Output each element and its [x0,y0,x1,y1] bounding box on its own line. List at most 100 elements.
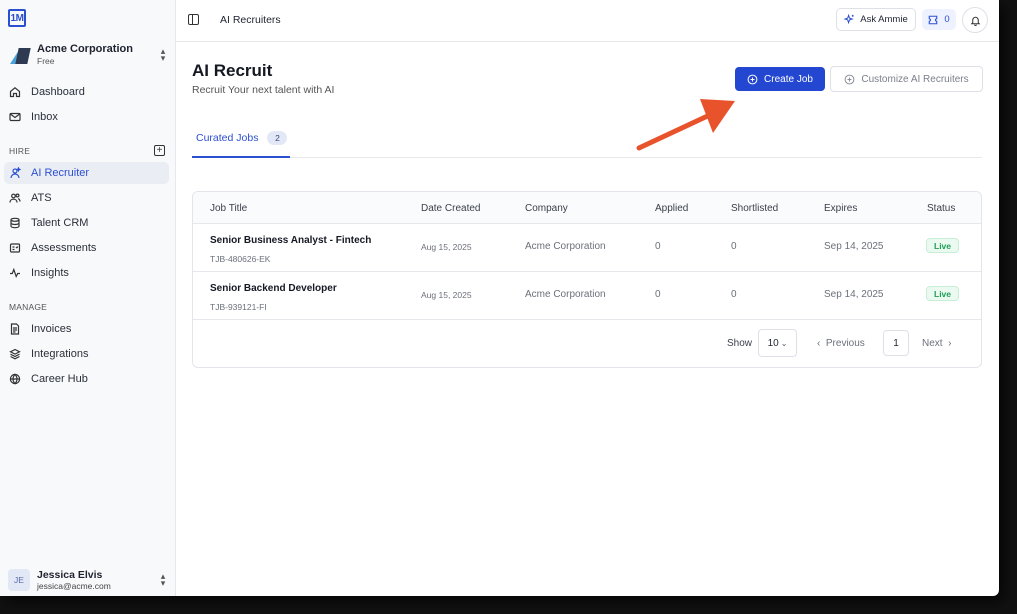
home-icon [9,87,21,98]
page-size-select[interactable]: 10 ⌄ [758,329,797,357]
company: Acme Corporation [525,241,606,252]
column-header[interactable]: Status [927,203,955,214]
page-number-button[interactable]: 1 [883,330,909,356]
ask-ammie-button[interactable]: Ask Ammie [836,8,916,31]
user-menu[interactable]: JE Jessica Elvis jessica@acme.com ▴ ▾ [8,566,168,594]
column-header[interactable]: Company [525,203,568,214]
invoice-icon [10,323,20,335]
chevron-up-down-icon: ▴ ▾ [160,46,166,63]
sidebar-item-ats[interactable]: ATS [4,187,169,209]
activity-icon [10,267,20,279]
previous-page-button[interactable]: ‹ Previous [817,338,865,349]
sidebar-item-talent-crm[interactable]: Talent CRM [4,212,169,234]
sidebar-item-dashboard[interactable]: Dashboard [4,81,169,103]
sidebar-item-label: Dashboard [31,86,85,98]
applied-count: 0 [655,241,661,252]
sidebar-item-assessments[interactable]: Assessments [4,237,169,259]
shortlisted-count: 0 [731,289,737,300]
jobs-table: Job Title Date Created Company Applied S… [192,191,982,368]
job-id: TJB-480626-EK [210,254,271,264]
job-id: TJB-939121-FI [210,302,267,312]
sidebar-item-label: Career Hub [31,373,88,385]
page-size-label: Show [727,338,753,349]
org-logo-icon [8,44,31,66]
app-logo[interactable]: 1M [8,9,26,27]
plus-circle-icon [844,74,855,84]
job-title-link[interactable]: Senior Backend Developer [210,283,337,294]
sidebar-item-invoices[interactable]: Invoices [4,318,169,340]
tab-label: Curated Jobs [196,132,259,144]
tab-curated-jobs[interactable]: Curated Jobs 2 [192,120,290,158]
sidebar-item-integrations[interactable]: Integrations [4,343,169,365]
mail-icon [9,112,21,122]
globe-icon [9,373,21,385]
sidebar-item-insights[interactable]: Insights [4,262,169,284]
chevron-down-icon: ⌄ [780,338,788,348]
chevron-left-icon: ‹ [817,338,826,349]
bell-icon [970,16,980,26]
ai-recruiter-icon [10,167,21,179]
sidebar-item-label: Integrations [31,348,89,360]
credits-badge[interactable]: 0 [922,9,956,30]
add-icon[interactable]: + [154,145,165,156]
job-title-link[interactable]: Senior Business Analyst - Fintech [210,235,371,246]
tab-count-badge: 2 [267,131,288,145]
date-created: Aug 15, 2025 [421,242,472,252]
company: Acme Corporation [525,289,606,300]
shortlisted-count: 0 [731,241,737,252]
tab-bar: Curated Jobs 2 [192,120,982,158]
sidebar-item-career-hub[interactable]: Career Hub [4,368,169,390]
create-job-label: Create Job [764,73,813,85]
sparkle-icon [844,14,855,25]
status-badge: Live [926,286,960,301]
layers-icon [9,348,21,360]
users-icon [9,193,21,203]
expires-date: Sep 14, 2025 [824,241,884,252]
section-label-hire: HIRE [9,146,31,156]
sidebar-toggle-icon[interactable] [188,14,199,25]
ticket-icon [929,15,938,24]
status-badge: Live [926,238,960,253]
column-header[interactable]: Shortlisted [731,203,778,214]
user-email: jessica@acme.com [37,581,111,591]
notifications-button[interactable] [962,7,988,33]
customize-ai-recruiters-button[interactable]: Customize AI Recruiters [830,66,983,92]
sidebar-item-label: Talent CRM [31,217,89,229]
sidebar: 1M Acme Corporation Free ▴ ▾ Dashboard In… [0,0,176,596]
section-label-manage: MANAGE [9,302,48,312]
credits-count: 0 [944,14,950,25]
column-header[interactable]: Date Created [421,203,480,214]
table-row[interactable]: Senior Backend Developer TJB-939121-FI A… [193,272,981,320]
applied-count: 0 [655,289,661,300]
sidebar-item-label: Inbox [31,111,58,123]
expires-date: Sep 14, 2025 [824,289,884,300]
sidebar-item-label: Assessments [31,242,97,254]
sidebar-item-ai-recruiter[interactable]: AI Recruiter [4,162,169,184]
avatar: JE [8,569,30,591]
org-switcher[interactable]: Acme Corporation Free ▴ ▾ [8,42,168,68]
column-header[interactable]: Expires [824,203,857,214]
table-row[interactable]: Senior Business Analyst - Fintech TJB-48… [193,224,981,272]
ask-ammie-label: Ask Ammie [860,14,908,25]
plus-circle-icon [747,74,758,84]
sidebar-item-label: AI Recruiter [31,167,90,179]
next-label: Next [922,338,943,349]
chevron-right-icon: › [942,338,952,349]
chevron-up-down-icon: ▴ ▾ [160,571,166,588]
column-header[interactable]: Job Title [210,203,247,214]
assessment-icon [9,243,21,253]
table-header: Job Title Date Created Company Applied S… [193,192,981,224]
date-created: Aug 15, 2025 [421,290,472,300]
previous-label: Previous [825,338,865,349]
sidebar-item-label: Invoices [31,323,72,335]
org-plan: Free [37,56,55,66]
create-job-button[interactable]: Create Job [735,67,825,91]
sidebar-item-inbox[interactable]: Inbox [4,106,169,128]
sidebar-item-label: ATS [31,192,52,204]
next-page-button[interactable]: Next › [922,338,951,349]
user-name: Jessica Elvis [37,569,103,581]
column-header[interactable]: Applied [655,203,688,214]
sidebar-item-label: Insights [31,267,69,279]
database-icon [10,217,20,229]
org-name: Acme Corporation [37,43,133,55]
